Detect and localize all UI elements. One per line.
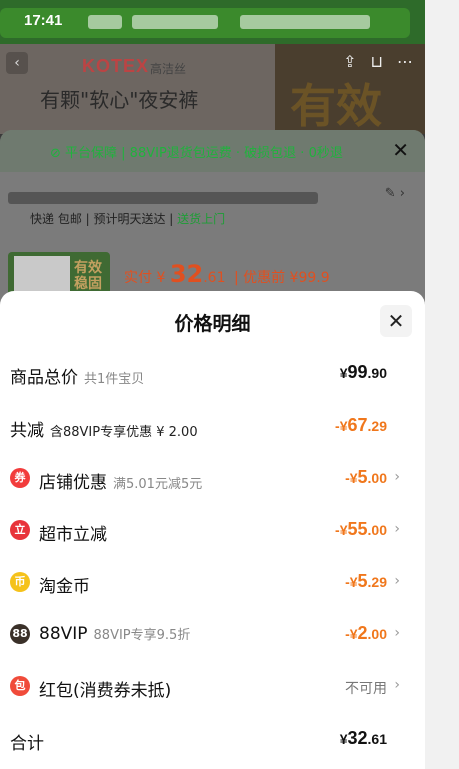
paid-prefix: 实付 ¥ — [124, 270, 170, 286]
amount-dec: .61 — [367, 731, 387, 747]
coin-icon: 币 — [10, 572, 30, 592]
delivery-door-tag: 送货上门 — [177, 212, 226, 226]
phone-screen: 17:41 ‹ KOTEX 高洁丝 有颗"软心"夜安裤 有效 ⇪ ⊔ ⋯ ⊘ 平台保… — [0, 0, 425, 769]
currency: -¥ — [335, 418, 348, 434]
redacted-text — [132, 15, 218, 29]
paid-price: 实付 ¥ 32.61 | 优惠前 ¥99.9 — [124, 260, 330, 288]
nav-actions: ⇪ ⊔ ⋯ — [329, 52, 413, 71]
row-label: 淘金币 — [39, 577, 90, 597]
brand-sub: 高洁丝 — [150, 62, 187, 76]
paid-dec: .61 — [203, 270, 226, 286]
row-shop-discount[interactable]: 券 店铺优惠 满5.01元减5元 -¥5.00 › — [0, 457, 425, 501]
amount-dec: .29 — [367, 574, 387, 590]
row-label: 88VIP 88VIP专享9.5折 — [39, 624, 190, 644]
back-icon[interactable]: ‹ — [6, 52, 28, 74]
cart-icon[interactable]: ⊔ — [371, 52, 383, 71]
amount-int: 5 — [357, 571, 368, 591]
label-text: 商品总价 — [10, 368, 78, 388]
row-label: 共减 含88VIP专享优惠 ¥ 2.00 — [10, 416, 198, 441]
row-total-reduction: 共减 含88VIP专享优惠 ¥ 2.00 -¥67.29 — [0, 405, 425, 449]
order-summary: ⊘ 平台保障 | 88VIP退货包运费 · 破损包退 · 0秒退 ✕ ✎ › 快… — [0, 130, 425, 310]
row-amount: -¥2.00 — [345, 623, 387, 644]
row-88vip[interactable]: 88 88VIP 88VIP专享9.5折 -¥2.00 › — [0, 613, 425, 657]
row-label: 店铺优惠 满5.01元减5元 — [39, 468, 202, 493]
redacted-text — [88, 15, 122, 29]
label-text: 88VIP — [39, 624, 88, 644]
chevron-right-icon: › — [394, 469, 400, 485]
price-before-discount: | 优惠前 ¥99.9 — [233, 270, 330, 286]
amount-dec: .29 — [367, 418, 387, 434]
guarantee-bar: ⊘ 平台保障 | 88VIP退货包运费 · 破损包退 · 0秒退 ✕ — [0, 130, 425, 172]
chevron-right-icon: › — [394, 521, 400, 537]
close-icon[interactable]: ✕ — [392, 138, 409, 162]
share-icon[interactable]: ⇪ — [343, 52, 356, 71]
row-amount: -¥67.29 — [335, 415, 387, 436]
currency: ¥ — [339, 731, 348, 747]
label-sub: 共1件宝贝 — [84, 372, 145, 387]
row-label: 商品总价 共1件宝贝 — [10, 363, 144, 388]
sheet-title: 价格明细 — [174, 313, 251, 335]
close-sheet-button[interactable]: ✕ — [380, 305, 412, 337]
guarantee-text: ⊘ 平台保障 | 88VIP退货包运费 · 破损包退 · 0秒退 — [50, 146, 343, 161]
amount-int: 67 — [347, 415, 368, 435]
row-amount: ¥99.90 — [340, 362, 387, 383]
coupon-icon: 券 — [10, 468, 30, 488]
thumbnail-text: 有效 稳固 — [74, 260, 102, 292]
currency: -¥ — [345, 470, 358, 486]
currency: -¥ — [335, 522, 348, 538]
delivery-text: 快递 包邮 | 预计明天送达 | — [30, 212, 178, 226]
row-red-packet[interactable]: 包 红包(消费券未抵) 不可用 › — [0, 665, 425, 709]
amount-int: 2 — [357, 623, 368, 643]
label-text: 共减 — [10, 421, 44, 441]
row-amount: ¥32.61 — [340, 728, 387, 749]
brand-logo: KOTEX — [82, 56, 150, 76]
banner-big-text: 有效 — [290, 79, 382, 133]
amount-int: 5 — [357, 467, 368, 487]
row-taobao-coins[interactable]: 币 淘金币 -¥5.29 › — [0, 561, 425, 605]
status-bar: 17:41 — [0, 0, 425, 44]
amount-dec: .00 — [367, 470, 387, 486]
paid-int: 32 — [169, 260, 204, 288]
row-amount: -¥5.29 — [345, 571, 387, 592]
amount-dec: .00 — [367, 522, 387, 538]
row-supermarket-discount[interactable]: 立 超市立减 -¥55.00 › — [0, 509, 425, 553]
amount-int: 55 — [347, 519, 368, 539]
row-grand-total: 合计 ¥32.61 — [0, 718, 425, 762]
label-sub: 88VIP专享9.5折 — [93, 628, 191, 643]
row-goods-total: 商品总价 共1件宝贝 ¥99.90 — [0, 352, 425, 396]
delivery-info: 快递 包邮 | 预计明天送达 | 送货上门 — [30, 210, 225, 227]
banner-slogan: 有颗"软心"夜安裤 — [40, 88, 199, 112]
row-amount: -¥55.00 — [335, 519, 387, 540]
row-label: 合计 — [10, 734, 44, 754]
red-packet-icon: 包 — [10, 676, 30, 696]
redacted-text — [240, 15, 370, 29]
chevron-right-icon: › — [394, 677, 400, 693]
product-banner: ‹ KOTEX 高洁丝 有颗"软心"夜安裤 有效 ⇪ ⊔ ⋯ — [0, 44, 425, 134]
row-label: 超市立减 — [39, 525, 107, 545]
label-text: 店铺优惠 — [39, 473, 107, 493]
amount-dec: .00 — [367, 626, 387, 642]
price-detail-sheet: 价格明细 ✕ 商品总价 共1件宝贝 ¥99.90 共减 含88VIP专享优惠 ¥ 2… — [0, 291, 425, 769]
row-amount: -¥5.00 — [345, 467, 387, 488]
currency: -¥ — [345, 574, 358, 590]
currency: ¥ — [339, 365, 348, 381]
background-gutter — [425, 0, 459, 769]
instant-discount-icon: 立 — [10, 520, 30, 540]
address-redacted — [8, 192, 318, 204]
more-icon[interactable]: ⋯ — [397, 52, 413, 71]
amount-int: 99 — [347, 362, 368, 382]
label-sub: 含88VIP专享优惠 ¥ 2.00 — [50, 425, 198, 440]
row-label: 红包(消费券未抵) — [39, 681, 172, 701]
status-time: 17:41 — [24, 12, 63, 29]
amount-int: 32 — [347, 728, 368, 748]
edit-address-icon[interactable]: ✎ › — [385, 186, 405, 201]
chevron-right-icon: › — [394, 625, 400, 641]
currency: -¥ — [345, 626, 358, 642]
unavailable-text: 不可用 — [345, 681, 387, 697]
vip-88-icon: 88 — [10, 624, 30, 644]
chevron-right-icon: › — [394, 573, 400, 589]
amount-dec: .90 — [367, 365, 387, 381]
label-sub: 满5.01元减5元 — [113, 477, 203, 492]
